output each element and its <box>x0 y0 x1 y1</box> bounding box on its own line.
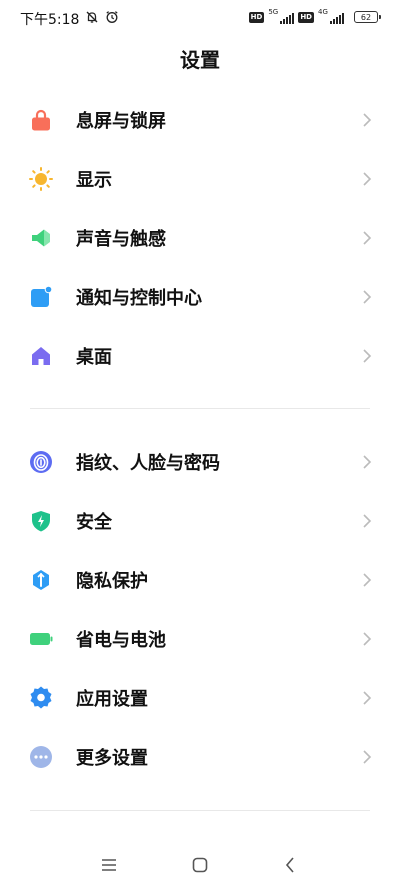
shield-icon <box>28 508 54 534</box>
signal-bars-icon <box>280 13 295 24</box>
settings-item-label: 声音与触感 <box>76 229 166 250</box>
back-icon[interactable] <box>279 854 301 876</box>
network-label: 4G <box>318 8 328 16</box>
settings-item-lock-screen[interactable]: 息屏与锁屏 <box>0 91 400 149</box>
chevron-right-icon <box>360 691 374 705</box>
status-bar: 下午5:18 HD 5G HD 4G 62 <box>0 0 400 36</box>
battery-level: 62 <box>360 12 372 22</box>
battery-icon <box>28 626 54 652</box>
chevron-right-icon <box>360 750 374 764</box>
chevron-right-icon <box>360 573 374 587</box>
settings-item-label: 安全 <box>76 512 112 533</box>
status-left: 下午5:18 <box>20 9 119 29</box>
settings-item-label: 显示 <box>76 170 112 191</box>
settings-item-more-settings[interactable]: 更多设置 <box>0 728 400 786</box>
navigation-bar <box>0 840 400 889</box>
bell-muted-icon <box>85 10 99 28</box>
lock-icon <box>28 107 54 133</box>
settings-item-privacy[interactable]: 隐私保护 <box>0 551 400 609</box>
notification-icon <box>28 284 54 310</box>
settings-item-label: 应用设置 <box>76 689 148 710</box>
settings-item-label: 省电与电池 <box>76 630 166 651</box>
settings-item-fingerprint[interactable]: 指纹、人脸与密码 <box>0 433 400 491</box>
network-label: 5G <box>268 8 279 16</box>
page-title: 设置 <box>180 48 220 72</box>
battery-indicator: 62 <box>354 11 381 23</box>
settings-item-sound[interactable]: 声音与触感 <box>0 209 400 267</box>
section-divider <box>30 408 370 409</box>
settings-item-label: 更多设置 <box>76 748 148 769</box>
speaker-icon <box>28 225 54 251</box>
settings-item-display[interactable]: 显示 <box>0 150 400 208</box>
gear-icon <box>28 685 54 711</box>
menu-icon[interactable] <box>98 854 120 876</box>
hd-badge: HD <box>248 11 265 23</box>
chevron-right-icon <box>360 514 374 528</box>
home-square-icon[interactable] <box>189 854 211 876</box>
fingerprint-icon <box>28 449 54 475</box>
chevron-right-icon <box>360 113 374 127</box>
settings-item-label: 桌面 <box>76 347 112 368</box>
sun-icon <box>28 166 54 192</box>
settings-item-home-screen[interactable]: 桌面 <box>0 327 400 385</box>
hd-badge: HD <box>298 11 314 23</box>
settings-item-label: 隐私保护 <box>76 571 148 592</box>
signal-4g: 4G <box>318 8 344 24</box>
settings-item-security[interactable]: 安全 <box>0 492 400 550</box>
more-icon <box>28 744 54 770</box>
settings-item-app-settings[interactable]: 应用设置 <box>0 669 400 727</box>
signal-5g: 5G <box>268 8 295 24</box>
chevron-right-icon <box>360 632 374 646</box>
section-divider <box>30 810 370 811</box>
status-time: 下午5:18 <box>20 12 80 28</box>
privacy-icon <box>28 567 54 593</box>
status-right: HD 5G HD 4G 62 <box>248 8 381 24</box>
settings-item-notifications[interactable]: 通知与控制中心 <box>0 268 400 326</box>
alarm-icon <box>105 10 119 28</box>
chevron-right-icon <box>360 290 374 304</box>
settings-item-label: 息屏与锁屏 <box>76 111 166 132</box>
chevron-right-icon <box>360 349 374 363</box>
settings-item-battery[interactable]: 省电与电池 <box>0 610 400 668</box>
chevron-right-icon <box>360 172 374 186</box>
chevron-right-icon <box>360 455 374 469</box>
settings-item-label: 通知与控制中心 <box>76 288 202 309</box>
home-icon <box>28 343 54 369</box>
signal-bars-icon <box>330 13 344 24</box>
settings-item-label: 指纹、人脸与密码 <box>76 453 220 474</box>
chevron-right-icon <box>360 231 374 245</box>
